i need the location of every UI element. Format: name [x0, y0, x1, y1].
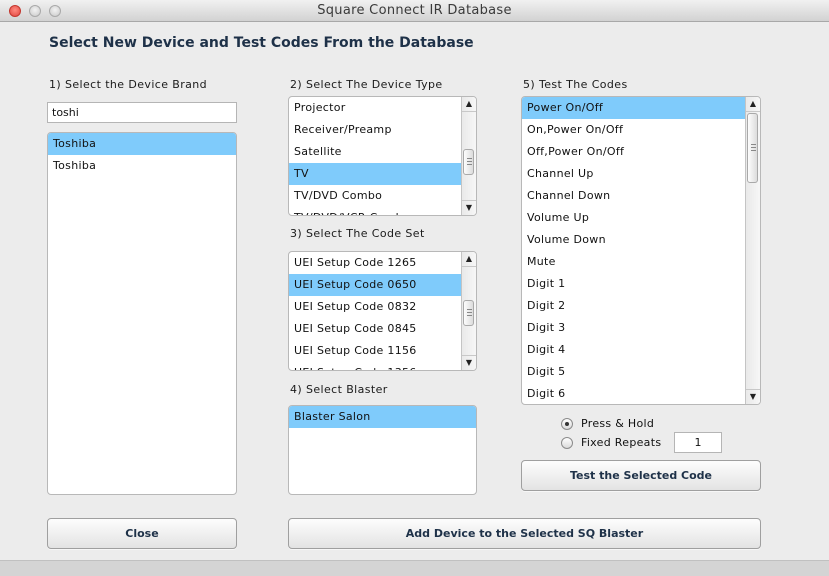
code-set-scrollbar[interactable]: ▲ ▼: [461, 252, 476, 370]
repeats-count-input[interactable]: [674, 432, 722, 453]
code-set-list-item[interactable]: UEI Setup Code 1156: [289, 340, 461, 362]
code-list-item[interactable]: Mute: [522, 251, 745, 273]
code-set-list-items: UEI Setup Code 1265 UEI Setup Code 0650 UE…: [289, 252, 461, 370]
code-list-item[interactable]: Digit 2: [522, 295, 745, 317]
code-list-item[interactable]: Volume Down: [522, 229, 745, 251]
brand-list-items: Toshiba Toshiba: [48, 133, 236, 177]
code-set-list-item[interactable]: UEI Setup Code 1265: [289, 252, 461, 274]
scroll-up-arrow-icon[interactable]: ▲: [462, 97, 476, 112]
device-type-list[interactable]: Projector Receiver/Preamp Satellite TV TV/DV…: [288, 96, 477, 216]
code-set-list[interactable]: UEI Setup Code 1265 UEI Setup Code 0650 UE…: [288, 251, 477, 371]
device-type-list-item[interactable]: Receiver/Preamp: [289, 119, 461, 141]
device-type-scrollbar[interactable]: ▲ ▼: [461, 97, 476, 215]
code-set-list-item[interactable]: UEI Setup Code 1356: [289, 362, 461, 370]
code-list-item[interactable]: Digit 6: [522, 383, 745, 404]
title-bar[interactable]: Square Connect IR Database: [0, 0, 829, 22]
code-list-item[interactable]: Digit 1: [522, 273, 745, 295]
add-device-button[interactable]: Add Device to the Selected SQ Blaster: [288, 518, 761, 549]
press-hold-radio[interactable]: [561, 418, 573, 430]
device-type-list-item[interactable]: TV/DVD/VCR Combo: [289, 207, 461, 215]
page-heading: Select New Device and Test Codes From th…: [49, 35, 474, 51]
code-list-item[interactable]: Power On/Off: [522, 97, 745, 119]
fixed-repeats-radio[interactable]: [561, 437, 573, 449]
codes-list[interactable]: Power On/Off On,Power On/Off Off,Power On/…: [521, 96, 761, 405]
brand-list-item[interactable]: Toshiba: [48, 155, 236, 177]
code-list-item[interactable]: Channel Down: [522, 185, 745, 207]
code-list-item[interactable]: Digit 4: [522, 339, 745, 361]
blaster-list-items: Blaster Salon: [289, 406, 476, 428]
code-set-list-item[interactable]: UEI Setup Code 0845: [289, 318, 461, 340]
scroll-down-arrow-icon[interactable]: ▼: [462, 200, 476, 215]
app-window: Square Connect IR Database Select New De…: [0, 0, 829, 576]
code-set-label: 3) Select The Code Set: [290, 227, 425, 240]
blaster-list-item[interactable]: Blaster Salon: [289, 406, 476, 428]
device-type-list-items: Projector Receiver/Preamp Satellite TV TV/DV…: [289, 97, 461, 215]
close-button[interactable]: Close: [47, 518, 237, 549]
scroll-down-arrow-icon[interactable]: ▼: [746, 389, 760, 404]
brand-list[interactable]: Toshiba Toshiba: [47, 132, 237, 495]
code-list-item[interactable]: Volume Up: [522, 207, 745, 229]
scroll-thumb[interactable]: [463, 149, 474, 175]
code-list-item[interactable]: Digit 5: [522, 361, 745, 383]
scroll-up-arrow-icon[interactable]: ▲: [746, 97, 760, 112]
brand-search-input[interactable]: [47, 102, 237, 123]
code-list-item[interactable]: Digit 3: [522, 317, 745, 339]
blaster-label: 4) Select Blaster: [290, 383, 388, 396]
fixed-repeats-label: Fixed Repeats: [581, 436, 662, 449]
code-set-list-item[interactable]: UEI Setup Code 0650: [289, 274, 461, 296]
test-codes-label: 5) Test The Codes: [523, 78, 628, 91]
test-code-button[interactable]: Test the Selected Code: [521, 460, 761, 491]
scroll-up-arrow-icon[interactable]: ▲: [462, 252, 476, 267]
device-type-label: 2) Select The Device Type: [290, 78, 443, 91]
scroll-down-arrow-icon[interactable]: ▼: [462, 355, 476, 370]
blaster-list[interactable]: Blaster Salon: [288, 405, 477, 495]
brand-label: 1) Select the Device Brand: [49, 78, 208, 91]
code-list-item[interactable]: Off,Power On/Off: [522, 141, 745, 163]
codes-list-items: Power On/Off On,Power On/Off Off,Power On/…: [522, 97, 745, 404]
device-type-list-item[interactable]: Projector: [289, 97, 461, 119]
device-type-list-item[interactable]: Satellite: [289, 141, 461, 163]
window-title: Square Connect IR Database: [317, 3, 512, 18]
device-type-list-item[interactable]: TV/DVD Combo: [289, 185, 461, 207]
press-hold-label: Press & Hold: [581, 417, 655, 430]
code-list-item[interactable]: Channel Up: [522, 163, 745, 185]
code-set-list-item[interactable]: UEI Setup Code 0832: [289, 296, 461, 318]
codes-scrollbar[interactable]: ▲ ▼: [745, 97, 760, 404]
bottom-bar: [0, 560, 829, 576]
scroll-thumb[interactable]: [747, 113, 758, 183]
brand-list-item[interactable]: Toshiba: [48, 133, 236, 155]
code-list-item[interactable]: On,Power On/Off: [522, 119, 745, 141]
scroll-thumb[interactable]: [463, 300, 474, 326]
device-type-list-item[interactable]: TV: [289, 163, 461, 185]
